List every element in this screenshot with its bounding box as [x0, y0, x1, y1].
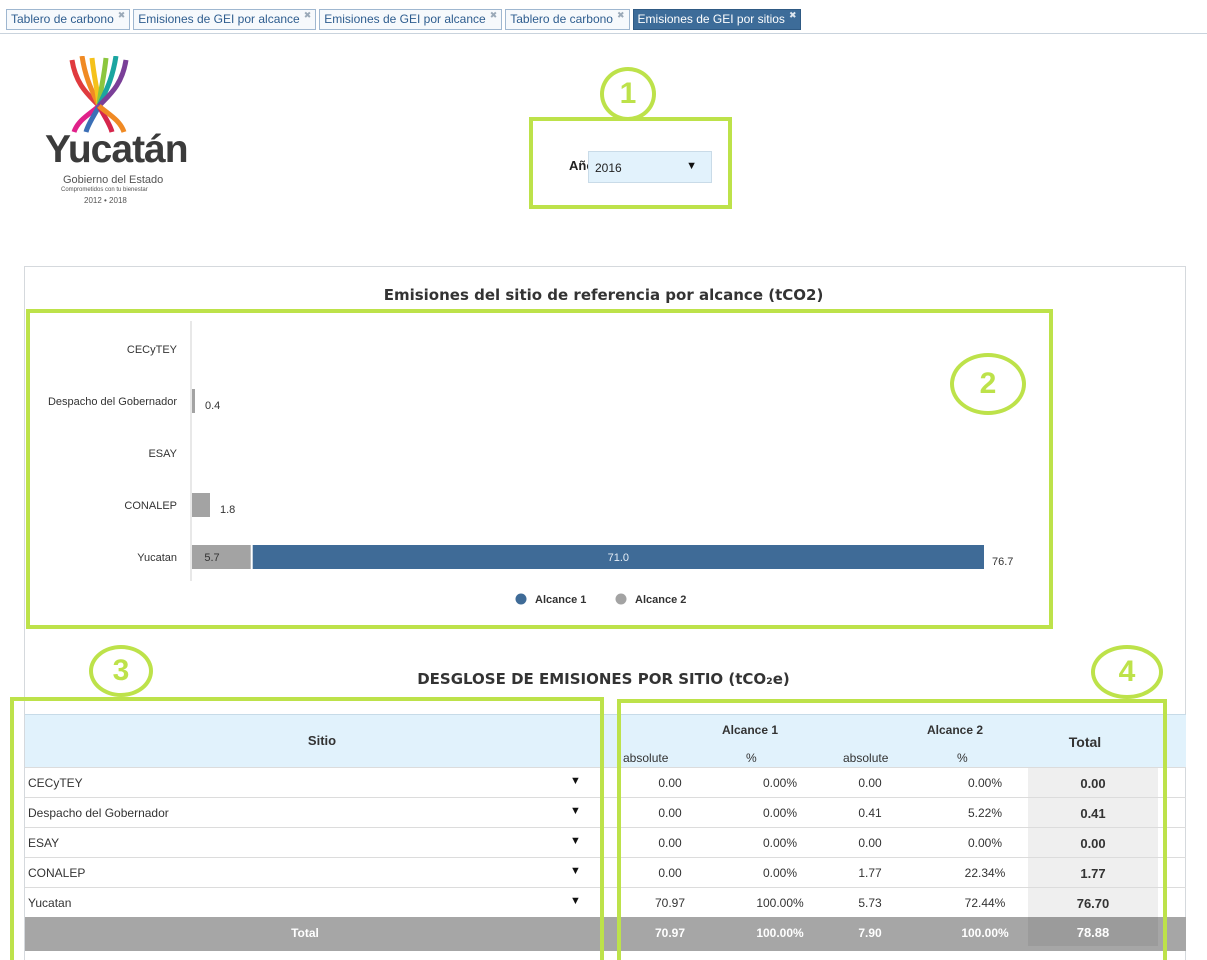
- close-icon[interactable]: ✖: [789, 11, 797, 20]
- tab-list: Tablero de carbono ✖ Emisiones de GEI por…: [6, 9, 802, 30]
- logo-subtitle: Gobierno del Estado: [63, 174, 164, 186]
- tab-label: Emisiones de GEI por alcance: [324, 12, 486, 26]
- chart-title: Emisiones del sitio de referencia por al…: [383, 286, 824, 304]
- year-select[interactable]: 2016 ▼: [588, 151, 712, 183]
- annotation-box-2: [26, 309, 1053, 629]
- tab-emisiones-por-alcance-2[interactable]: Emisiones de GEI por alcance ✖: [319, 9, 503, 30]
- annotation-box-3: [10, 697, 604, 960]
- year-select-value: 2016: [595, 161, 622, 175]
- tab-emisiones-por-sitios[interactable]: Emisiones de GEI por sitios ✖: [632, 9, 802, 30]
- tab-tablero-de-carbono-2[interactable]: Tablero de carbono ✖: [505, 9, 630, 30]
- chevron-down-icon: ▼: [686, 160, 697, 172]
- table-title: DESGLOSE DE EMISIONES POR SITIO (tCO₂e): [417, 670, 790, 688]
- logo-years: 2012 • 2018: [84, 196, 127, 205]
- close-icon[interactable]: ✖: [490, 11, 498, 20]
- close-icon[interactable]: ✖: [118, 11, 126, 20]
- tab-bar: Tablero de carbono ✖ Emisiones de GEI por…: [0, 0, 1207, 34]
- close-icon[interactable]: ✖: [304, 11, 312, 20]
- logo-name: Yucatán: [45, 128, 189, 171]
- annotation-1: 1: [600, 67, 656, 121]
- tab-tablero-de-carbono-1[interactable]: Tablero de carbono ✖: [6, 9, 131, 30]
- tab-emisiones-por-alcance-1[interactable]: Emisiones de GEI por alcance ✖: [133, 9, 317, 30]
- annotation-box-4: [617, 699, 1167, 960]
- logo-mark-icon: [69, 56, 129, 133]
- logo-tagline: Comprometidos con tu bienestar: [61, 187, 148, 193]
- tab-label: Emisiones de GEI por sitios: [637, 12, 785, 26]
- tab-label: Tablero de carbono: [11, 12, 114, 26]
- logo: Yucatán Gobierno del Estado Comprometido…: [40, 56, 189, 206]
- close-icon[interactable]: ✖: [617, 11, 625, 20]
- tab-label: Tablero de carbono: [510, 12, 613, 26]
- tab-label: Emisiones de GEI por alcance: [138, 12, 300, 26]
- annotation-2: 2: [950, 353, 1026, 415]
